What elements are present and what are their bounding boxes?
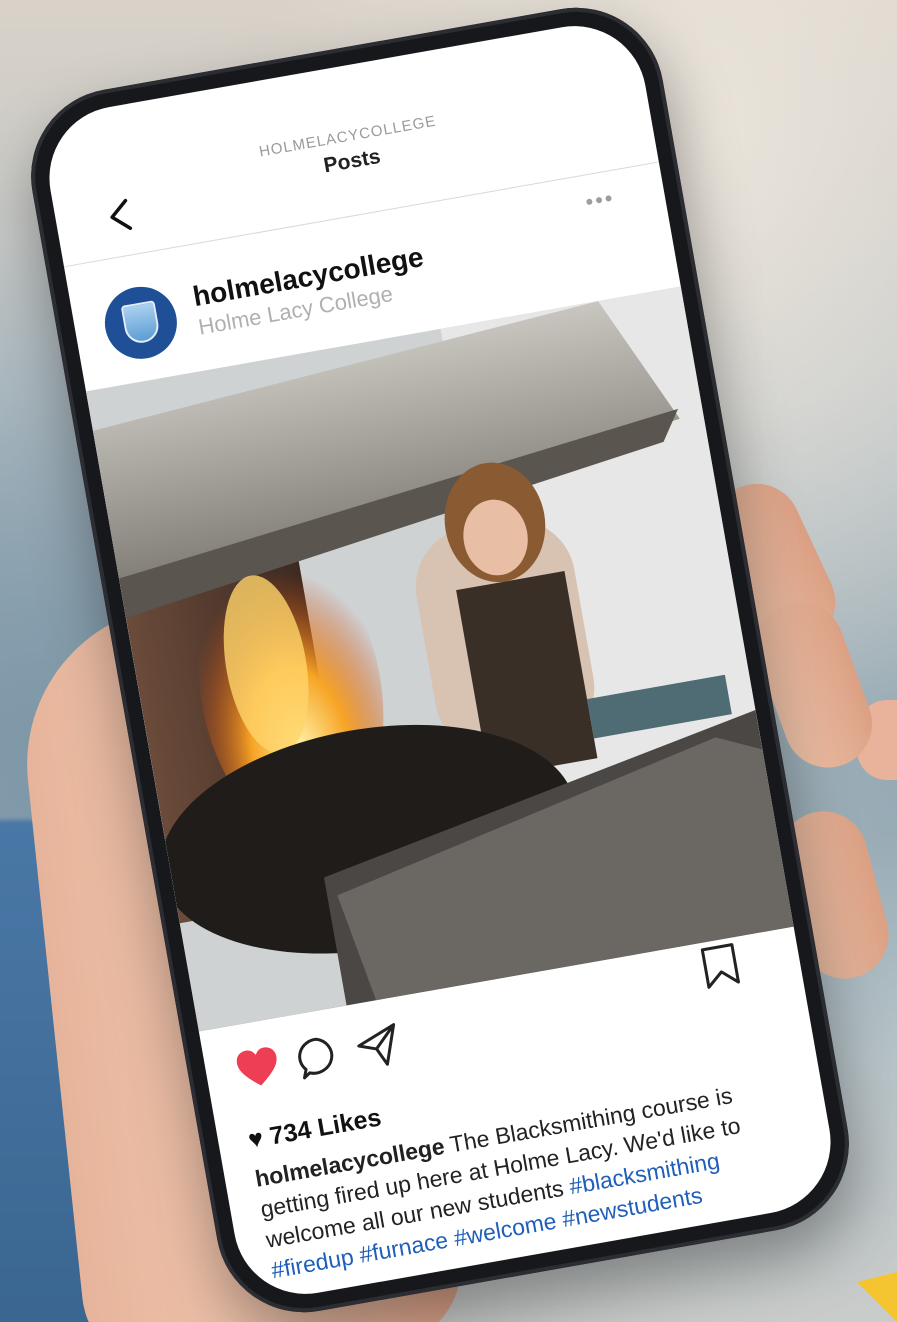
scene: HOLMELACYCOLLEGE Posts ••• holmelacycoll… xyxy=(0,0,897,1322)
heart-icon[interactable] xyxy=(233,1042,284,1093)
phone-screen: HOLMELACYCOLLEGE Posts ••• holmelacycoll… xyxy=(38,14,842,1306)
avatar[interactable] xyxy=(99,281,183,365)
page-title: Posts xyxy=(321,144,383,178)
background-shirt xyxy=(0,820,110,1322)
post-photo[interactable] xyxy=(85,286,794,1032)
college-crest-icon xyxy=(120,300,162,346)
share-icon[interactable] xyxy=(353,1021,404,1072)
yellow-corner-accent xyxy=(857,1272,897,1322)
phone: HOLMELACYCOLLEGE Posts ••• holmelacycoll… xyxy=(17,0,863,1322)
background-hand xyxy=(857,700,897,780)
blacksmith-forge-image xyxy=(85,286,794,1032)
post-caption: holmelacycollege The Blacksmithing cours… xyxy=(253,1071,804,1287)
comment-icon[interactable] xyxy=(294,1032,345,1083)
